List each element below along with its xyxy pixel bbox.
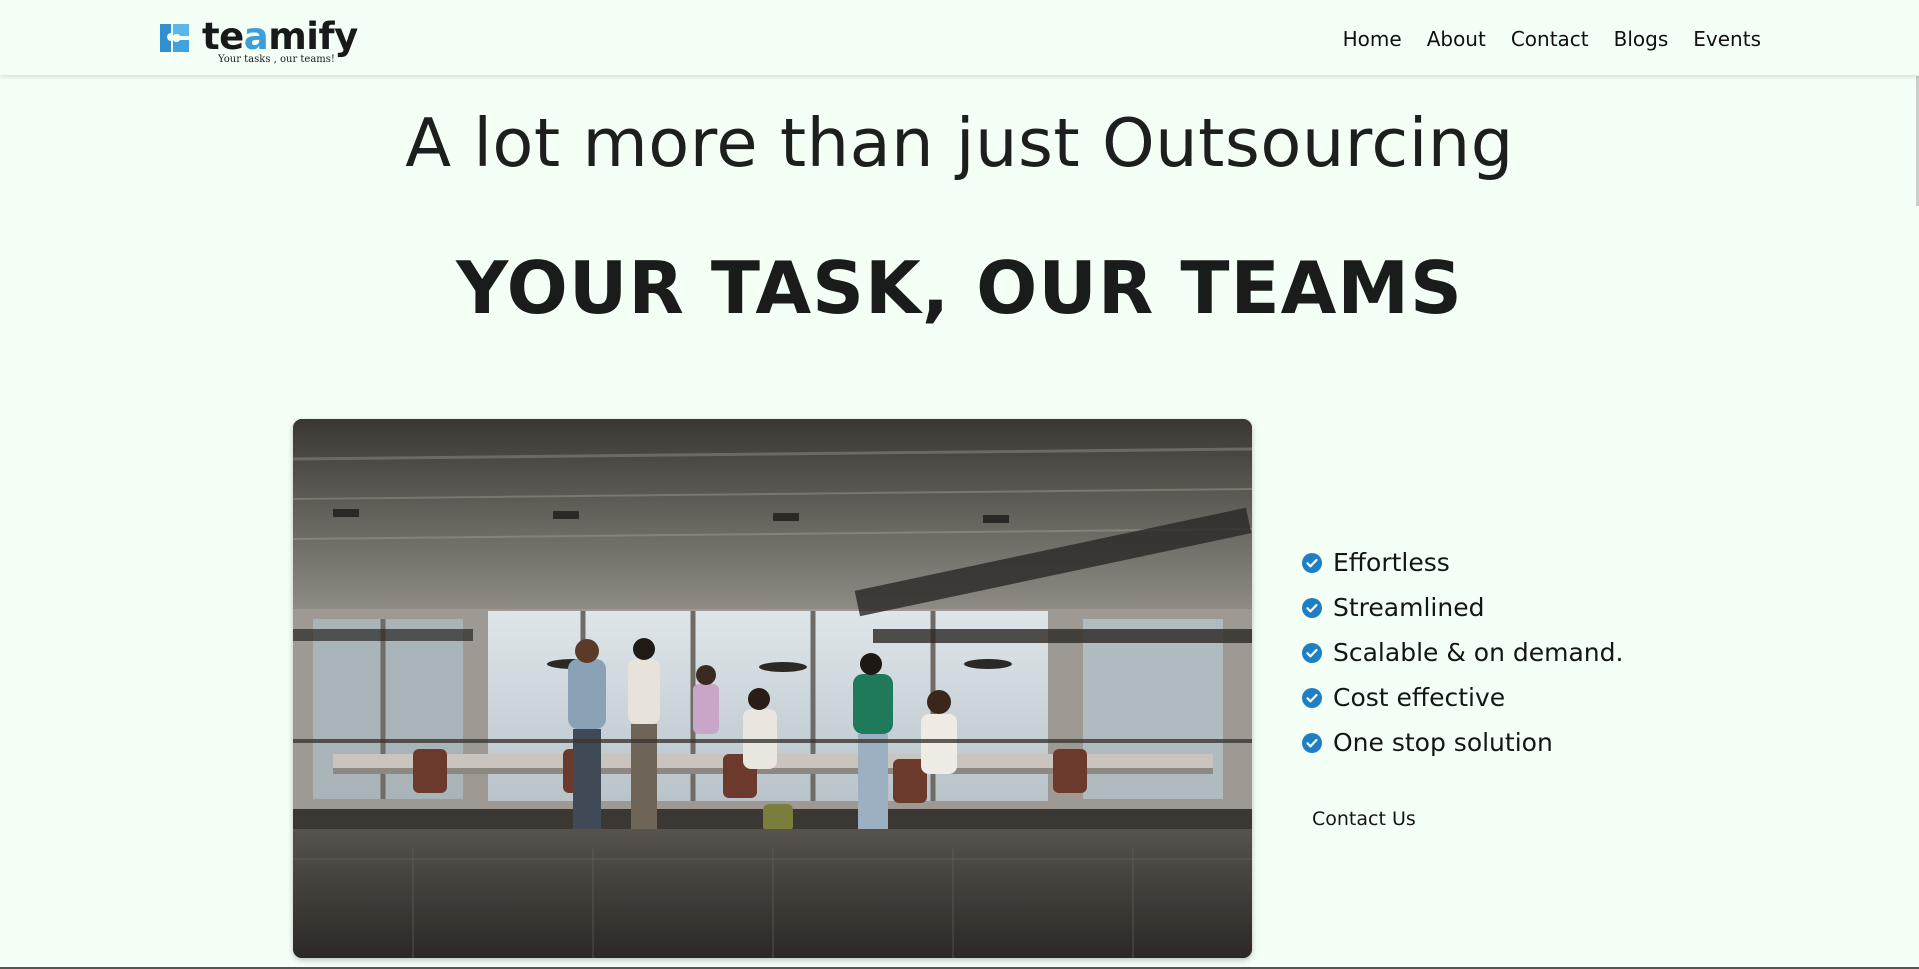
check-circle-icon [1302,552,1322,573]
nav-home[interactable]: Home [1343,27,1402,51]
feature-item: Streamlined [1302,585,1623,630]
office-team-photo [293,419,1252,958]
check-circle-icon [1302,642,1322,663]
check-circle-icon [1302,597,1322,618]
check-circle-icon [1302,732,1322,753]
nav-contact[interactable]: Contact [1511,27,1589,51]
main-nav: Home About Contact Blogs Events [1343,27,1761,51]
feature-item: Effortless [1302,540,1623,585]
feature-item: One stop solution [1302,720,1623,765]
nav-about[interactable]: About [1427,27,1486,51]
brand-name: teamify [202,15,358,58]
feature-label: Effortless [1333,548,1450,577]
site-header: teamify Your tasks , our teams! Home Abo… [0,0,1919,75]
puzzle-logo-icon [160,24,189,52]
feature-item: Scalable & on demand. [1302,630,1623,675]
brand-logo[interactable]: teamify Your tasks , our teams! [158,18,358,65]
feature-item: Cost effective [1302,675,1623,720]
feature-label: One stop solution [1333,728,1553,757]
hero-headline: YOUR TASK, OUR TEAMS [456,246,1463,330]
hero-subtitle: A lot more than just Outsourcing [405,104,1514,182]
feature-label: Streamlined [1333,593,1485,622]
brand-text: teamify Your tasks , our teams! [202,18,358,65]
feature-list: Effortless Streamlined Scalable & on dem… [1302,540,1623,765]
nav-blogs[interactable]: Blogs [1614,27,1669,51]
feature-label: Cost effective [1333,683,1506,712]
nav-events[interactable]: Events [1693,27,1761,51]
contact-us-button[interactable]: Contact Us [1312,808,1416,830]
check-circle-icon [1302,687,1322,708]
feature-label: Scalable & on demand. [1333,638,1624,667]
